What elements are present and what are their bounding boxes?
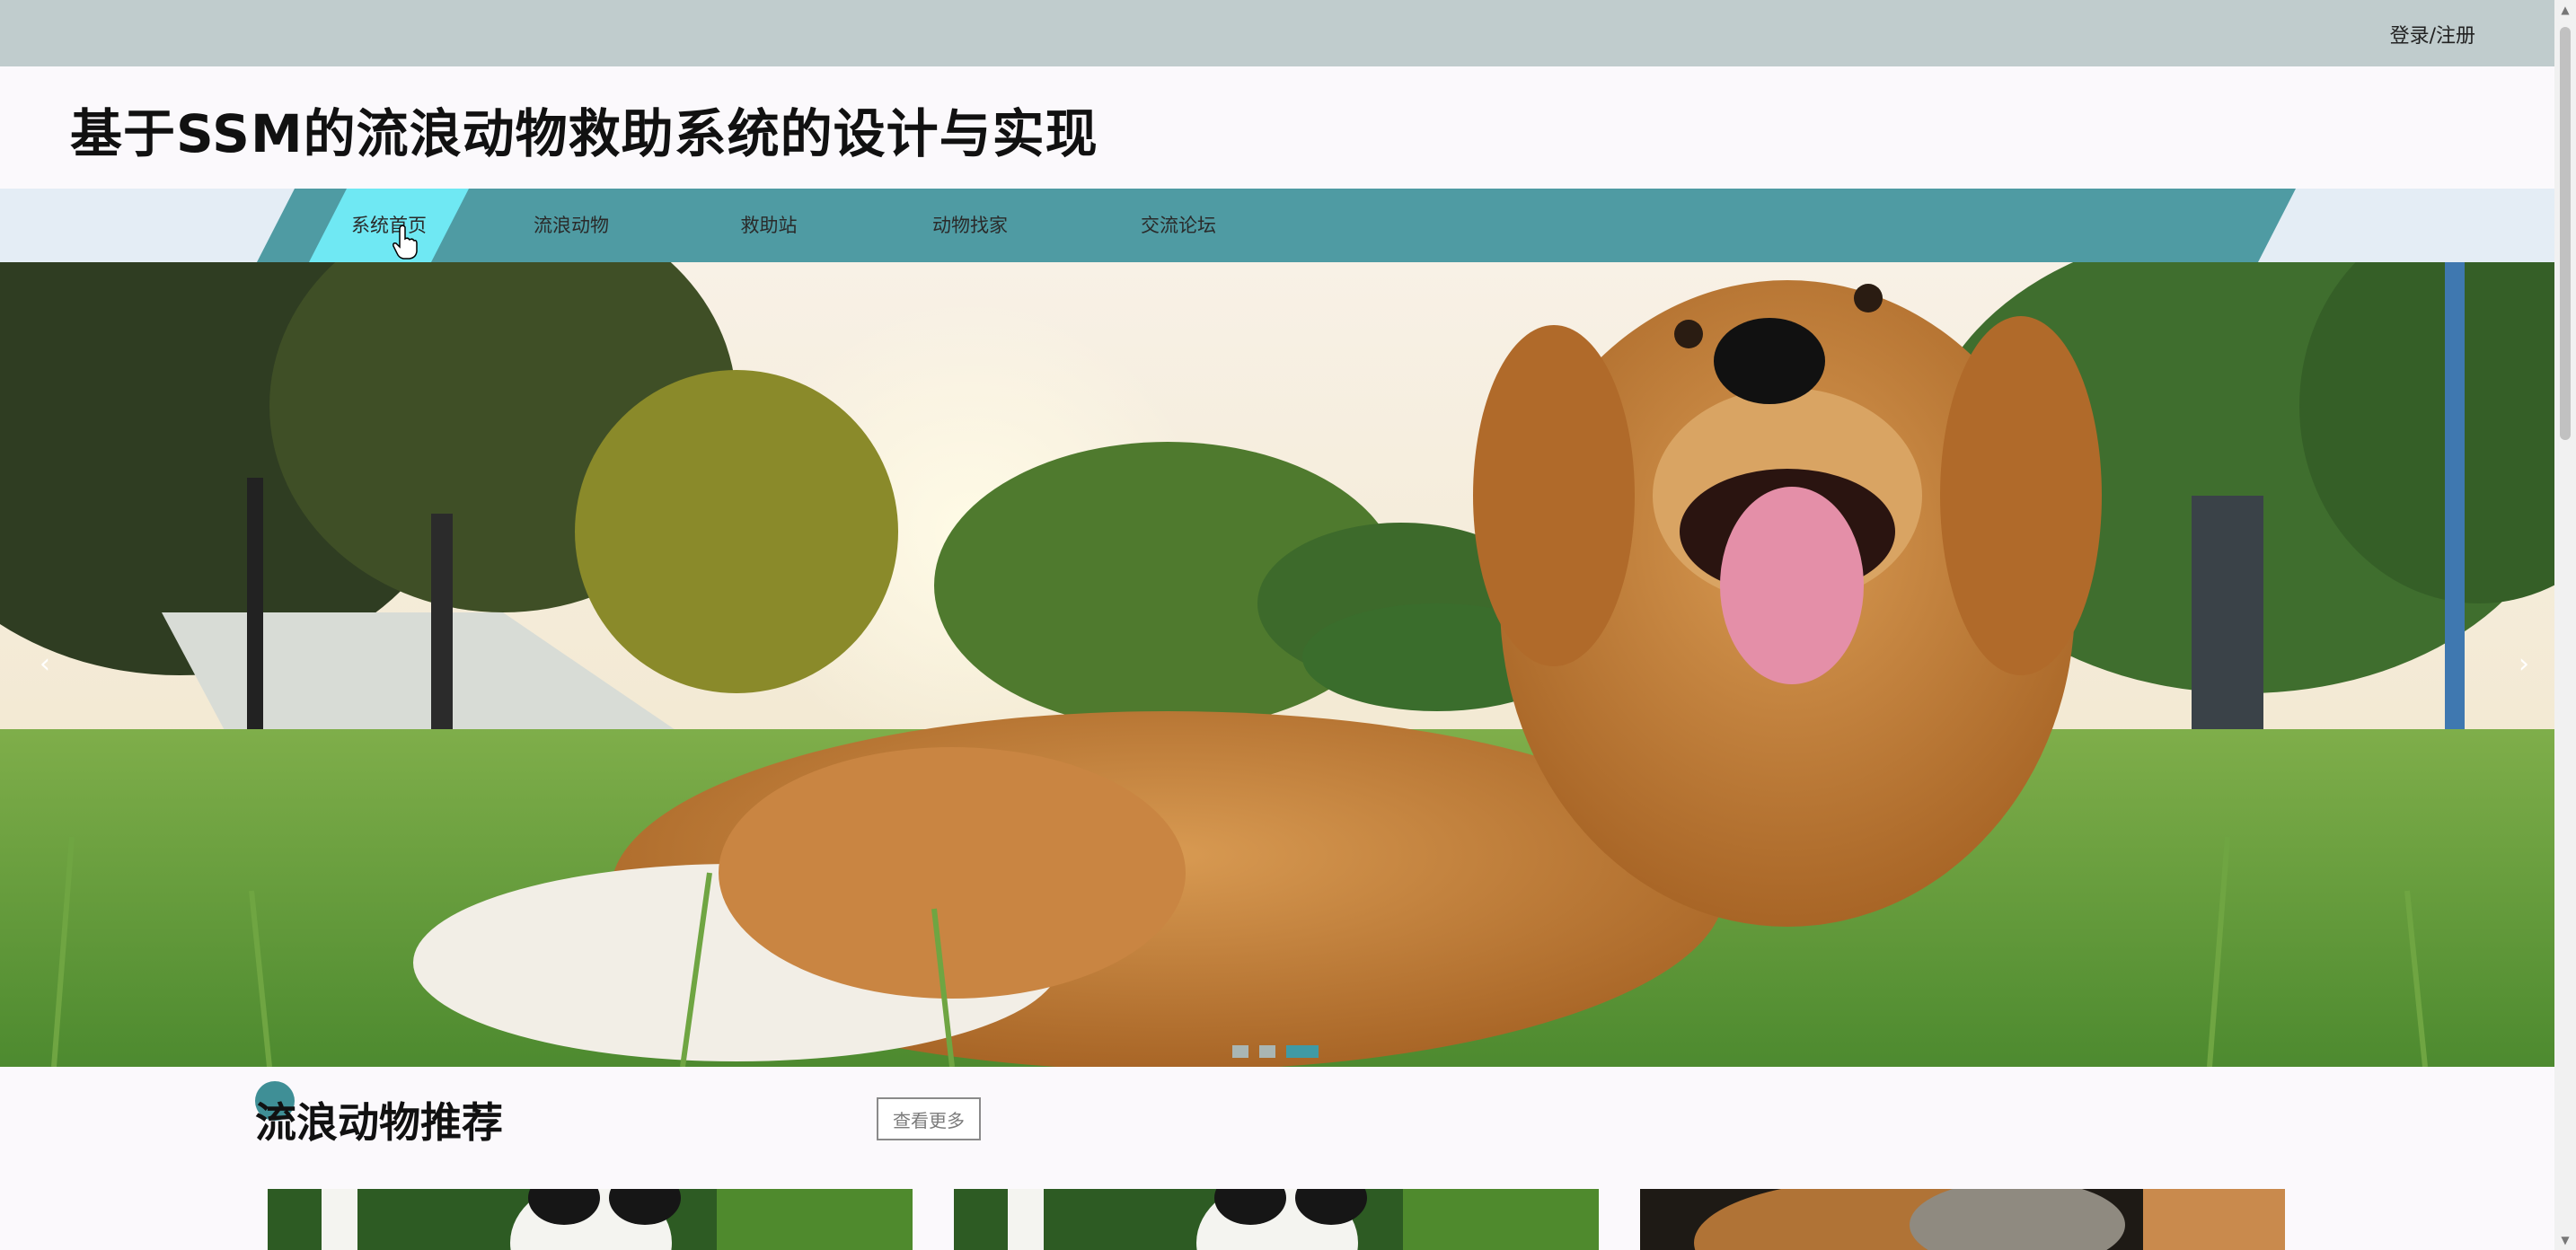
nav-item-rescue-station[interactable]: 救助站 (731, 189, 807, 262)
carousel-dot-3[interactable] (1286, 1045, 1319, 1058)
nav-item-forum[interactable]: 交流论坛 (1134, 189, 1223, 262)
view-more-button[interactable]: 查看更多 (877, 1097, 981, 1140)
section-title: 流浪动物推荐 (255, 1098, 503, 1147)
carousel-next-icon[interactable]: › (2506, 638, 2542, 691)
scroll-down-icon[interactable]: ▼ (2554, 1230, 2576, 1250)
carousel-image (0, 262, 2554, 1067)
scroll-up-icon[interactable]: ▲ (2554, 0, 2576, 20)
animal-card-image (1640, 1189, 2285, 1250)
login-register-link[interactable]: 登录/注册 (2390, 20, 2475, 48)
site-title: 基于SSM的流浪动物救助系统的设计与实现 (70, 103, 1098, 164)
nav-item-stray-animals[interactable]: 流浪动物 (526, 189, 616, 262)
nav-item-adoption[interactable]: 动物找家 (925, 189, 1015, 262)
carousel-prev-icon[interactable]: ‹ (27, 638, 63, 691)
site-header: 基于SSM的流浪动物救助系统的设计与实现 (0, 66, 2554, 189)
carousel-dot-1[interactable] (1232, 1045, 1248, 1058)
animal-card-1[interactable] (268, 1189, 913, 1250)
animal-card-3[interactable] (1640, 1189, 2285, 1250)
animal-card-image (268, 1189, 913, 1250)
animal-card-2[interactable] (954, 1189, 1599, 1250)
page-scrollbar[interactable]: ▲ ▼ (2554, 0, 2576, 1250)
main-nav: 系统首页 流浪动物 救助站 动物找家 交流论坛 (0, 189, 2554, 262)
carousel-dot-2[interactable] (1259, 1045, 1275, 1058)
top-bar: 登录/注册 (0, 0, 2554, 66)
scroll-thumb[interactable] (2560, 27, 2571, 440)
hero-carousel[interactable]: ‹ › (0, 262, 2554, 1067)
animal-card-image (954, 1189, 1599, 1250)
stray-animals-recommend-section: 流浪动物推荐 查看更多 (0, 1067, 2554, 1250)
